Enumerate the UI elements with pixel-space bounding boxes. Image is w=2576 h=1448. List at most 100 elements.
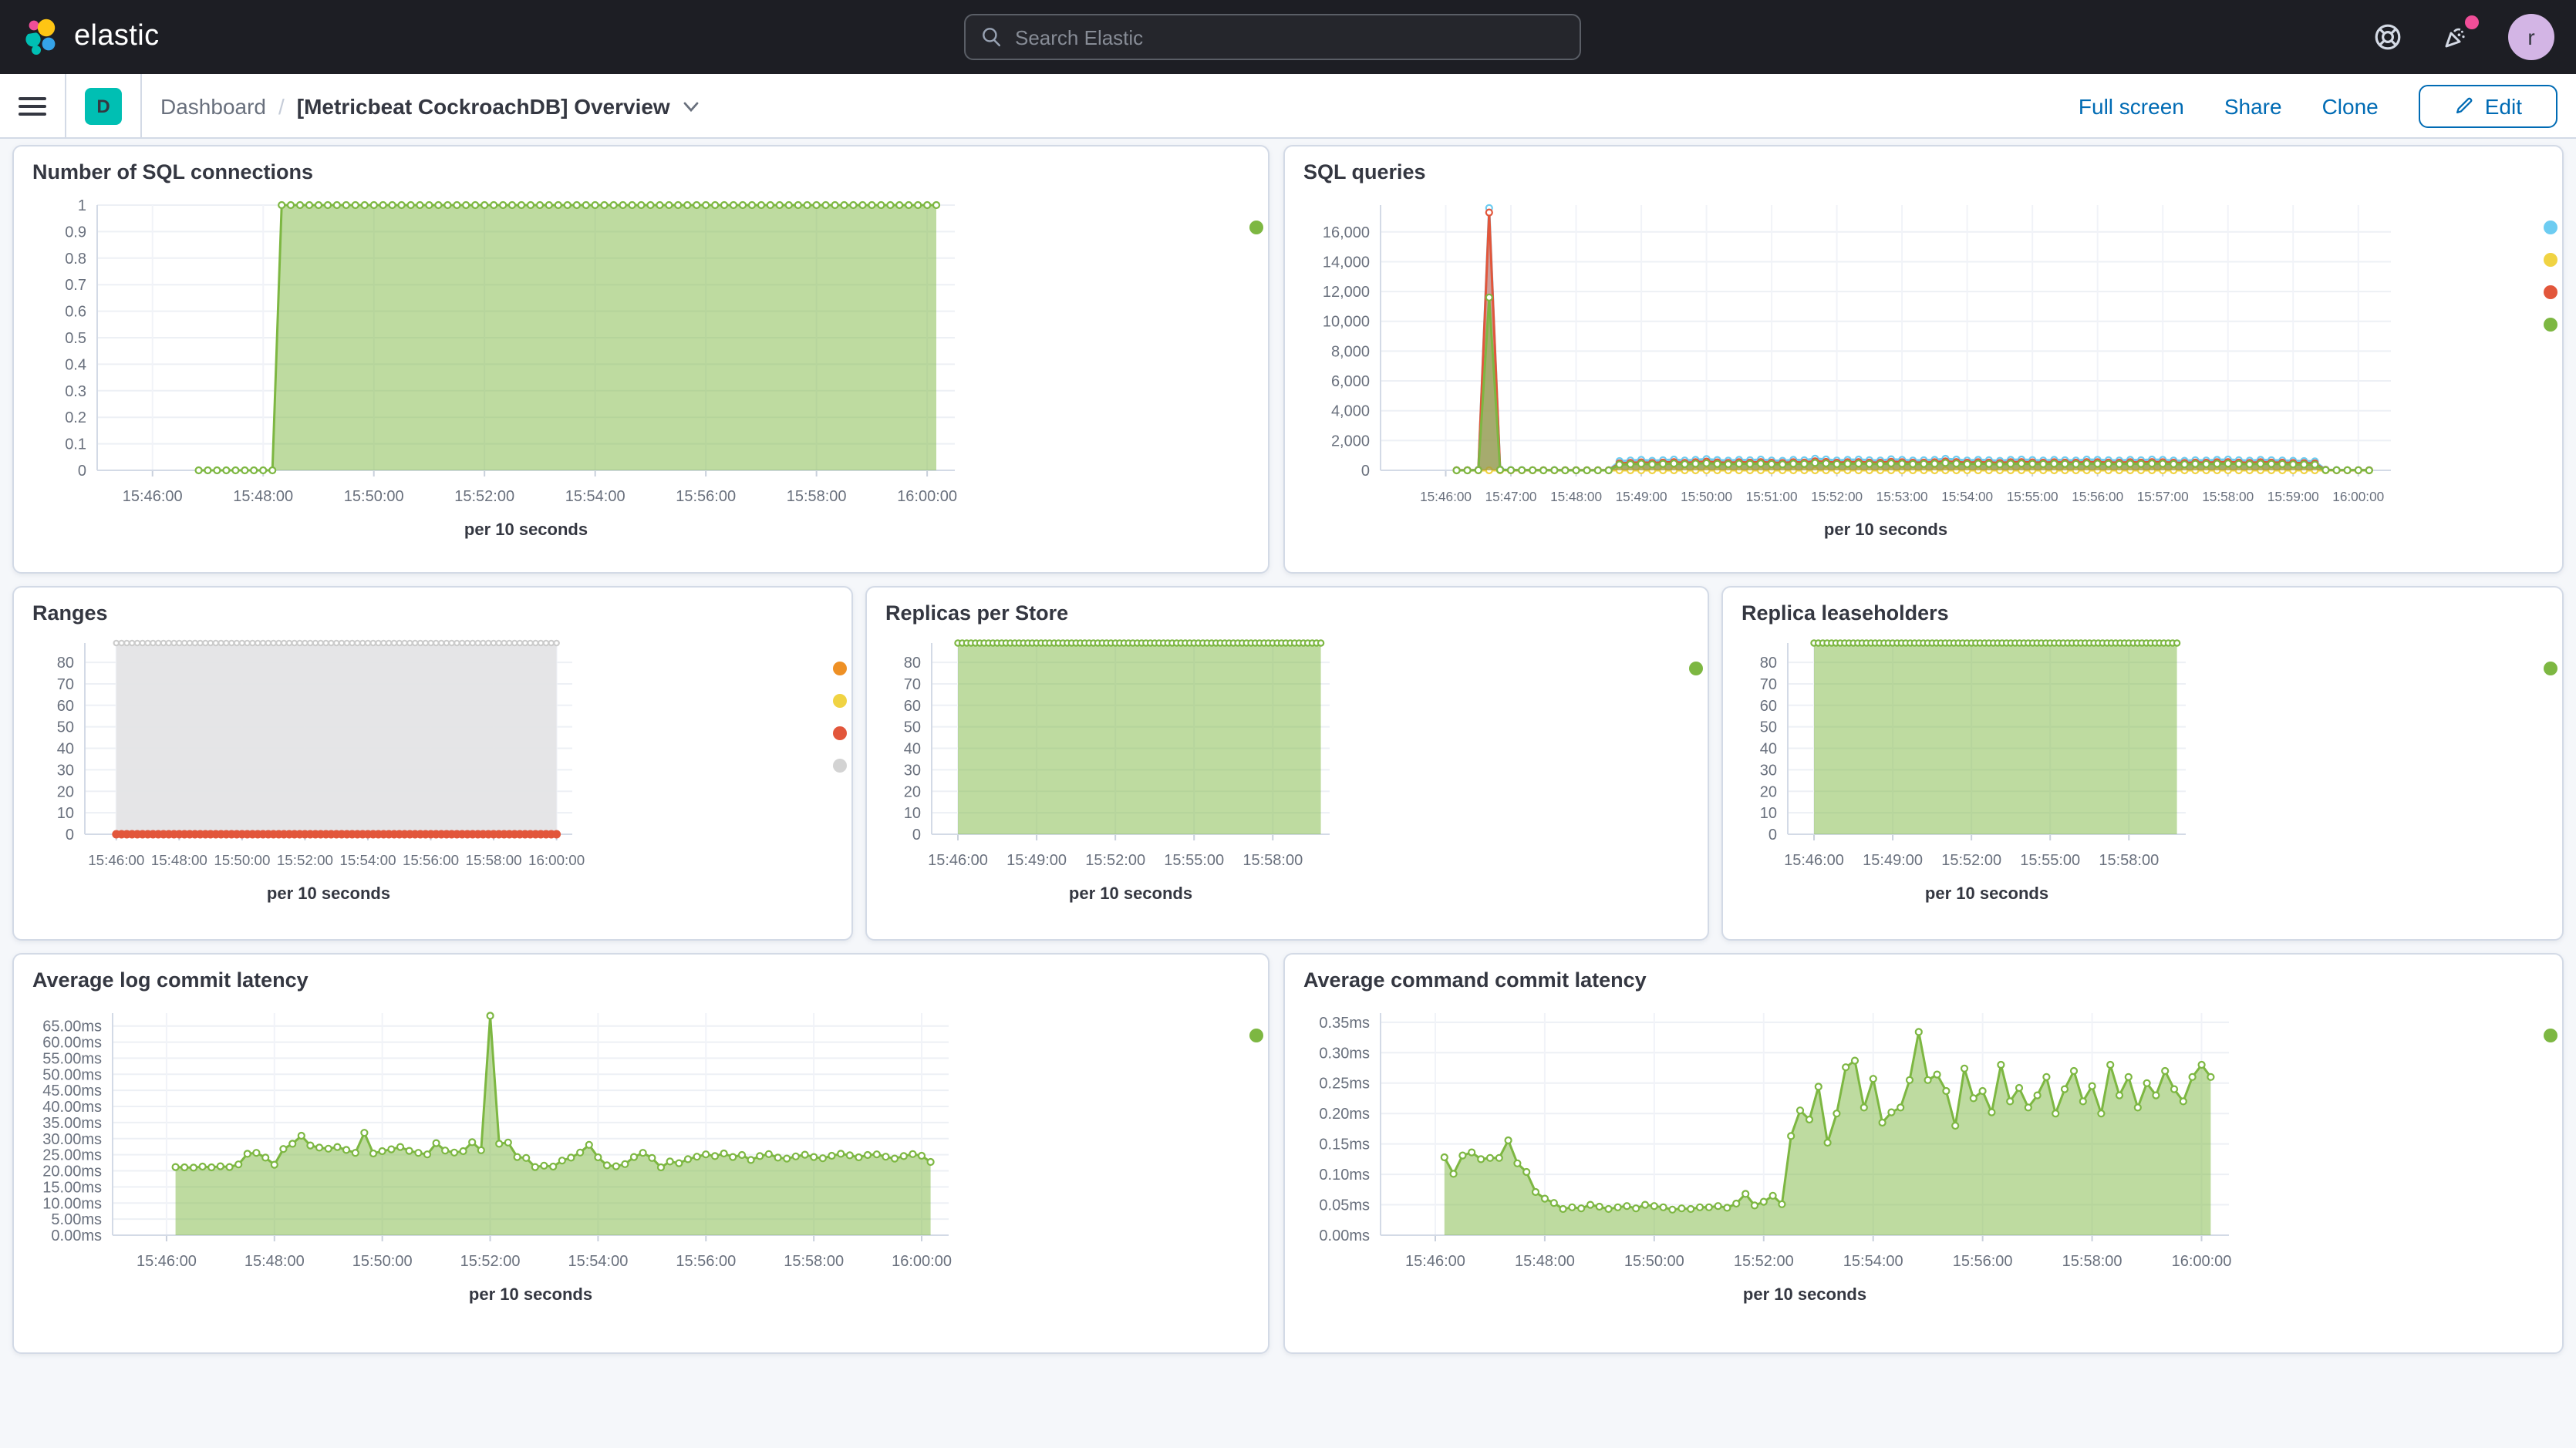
- chart-svg: 02,0004,0006,0008,00010,00012,00014,0001…: [1303, 184, 2544, 557]
- svg-text:10: 10: [1760, 805, 1777, 822]
- svg-text:0.2: 0.2: [65, 409, 86, 426]
- legend-item[interactable]: Selects0: [2544, 308, 2564, 341]
- legend-dot: [2544, 662, 2557, 675]
- svg-text:15:56:00: 15:56:00: [2072, 489, 2123, 504]
- svg-text:0: 0: [1768, 827, 1777, 844]
- svg-text:15:58:00: 15:58:00: [2202, 489, 2254, 504]
- svg-text:0.6: 0.6: [65, 304, 86, 321]
- svg-text:15:50:00: 15:50:00: [1681, 489, 1732, 504]
- svg-text:15:55:00: 15:55:00: [1164, 852, 1224, 869]
- chart-ranges[interactable]: 0102030405060708015:46:0015:48:0015:50:0…: [32, 625, 833, 927]
- svg-text:50: 50: [57, 719, 74, 736]
- svg-text:0: 0: [912, 827, 921, 844]
- svg-text:15:58:00: 15:58:00: [2099, 852, 2159, 869]
- svg-text:60: 60: [1760, 698, 1777, 715]
- svg-text:0: 0: [1361, 463, 1370, 480]
- space-badge[interactable]: D: [85, 87, 122, 124]
- svg-text:15:54:00: 15:54:00: [565, 488, 625, 505]
- svg-text:0.25ms: 0.25ms: [1319, 1076, 1370, 1093]
- chart-average-command-commit-latency[interactable]: 0.00ms0.05ms0.10ms0.15ms0.20ms0.25ms0.30…: [1303, 992, 2544, 1340]
- chart-svg: 0102030405060708015:46:0015:49:0015:52:0…: [885, 625, 1689, 927]
- svg-text:15:50:00: 15:50:00: [214, 852, 270, 868]
- menu-icon[interactable]: [19, 90, 46, 121]
- legend-dot: [1249, 221, 1263, 234]
- legend-dot: [2544, 1029, 2557, 1042]
- panel-title: Average log commit latency: [14, 955, 1268, 992]
- panel-title: Ranges: [14, 588, 851, 625]
- global-search[interactable]: [964, 14, 1581, 60]
- panel-title: Average command commit latency: [1285, 955, 2562, 992]
- svg-text:15:52:00: 15:52:00: [277, 852, 333, 868]
- svg-text:15:58:00: 15:58:00: [1242, 852, 1303, 869]
- notification-dot: [2465, 15, 2479, 29]
- chart-legend: http://localhost:8080/_sta...89: [1689, 652, 1709, 927]
- share-button[interactable]: Share: [2224, 93, 2282, 118]
- svg-text:40.00ms: 40.00ms: [42, 1099, 102, 1116]
- svg-text:0: 0: [78, 463, 86, 480]
- svg-text:0.05ms: 0.05ms: [1319, 1197, 1370, 1214]
- svg-text:0.7: 0.7: [65, 277, 86, 294]
- svg-text:15:52:00: 15:52:00: [454, 488, 514, 505]
- search-input[interactable]: [1015, 25, 1564, 49]
- user-avatar[interactable]: r: [2508, 14, 2554, 60]
- legend-dot: [833, 759, 847, 773]
- svg-text:15:58:00: 15:58:00: [784, 1253, 844, 1270]
- legend-item[interactable]: Overreplicated0: [833, 685, 853, 717]
- svg-text:80: 80: [1760, 655, 1777, 672]
- legend-item[interactable]: Deletes0: [2544, 211, 2564, 244]
- chart-replicas-per-store[interactable]: 0102030405060708015:46:0015:49:0015:52:0…: [885, 625, 1689, 927]
- legend-item[interactable]: Underreplicated0: [833, 652, 853, 685]
- toolbar-divider: [140, 73, 142, 138]
- svg-text:15:46:00: 15:46:00: [123, 488, 183, 505]
- breadcrumb: Dashboard / [Metricbeat CockroachDB] Ove…: [160, 93, 701, 118]
- full-screen-button[interactable]: Full screen: [2079, 93, 2184, 118]
- clone-button[interactable]: Clone: [2322, 93, 2379, 118]
- chevron-down-icon[interactable]: [683, 96, 701, 115]
- panel-replica-leaseholders: Replica leaseholders 0102030405060708015…: [1721, 586, 2564, 941]
- legend-item[interactable]: http://localhost:8080...0.26ms: [2544, 1019, 2564, 1052]
- svg-text:60: 60: [57, 698, 74, 715]
- legend-item[interactable]: Inserts0: [2544, 276, 2564, 308]
- svg-text:80: 80: [904, 655, 921, 672]
- legend-item[interactable]: http://localhost:8080/_stat...1: [1249, 211, 1269, 244]
- breadcrumb-dashboard[interactable]: Dashboard: [160, 93, 266, 118]
- chart-replica-leaseholders[interactable]: 0102030405060708015:46:0015:49:0015:52:0…: [1741, 625, 2544, 927]
- svg-text:10: 10: [57, 805, 74, 822]
- svg-text:16,000: 16,000: [1323, 224, 1370, 241]
- chart-sql-queries[interactable]: 02,0004,0006,0008,00010,00012,00014,0001…: [1303, 184, 2544, 557]
- legend-item[interactable]: http://localhost:808...22.74ms: [1249, 1019, 1269, 1052]
- elastic-logo-icon: [22, 17, 62, 57]
- edit-button[interactable]: Edit: [2419, 84, 2557, 127]
- svg-text:30: 30: [57, 762, 74, 779]
- pencil-icon: [2454, 96, 2474, 116]
- svg-text:2,000: 2,000: [1331, 433, 1370, 450]
- svg-text:60: 60: [904, 698, 921, 715]
- svg-text:40: 40: [1760, 741, 1777, 758]
- svg-text:15:46:00: 15:46:00: [928, 852, 988, 869]
- top-nav: elastic: [0, 0, 2576, 74]
- svg-text:15:52:00: 15:52:00: [1811, 489, 1863, 504]
- svg-text:65.00ms: 65.00ms: [42, 1019, 102, 1035]
- help-icon[interactable]: [2372, 22, 2403, 52]
- svg-text:0: 0: [66, 827, 74, 844]
- whats-new-icon[interactable]: [2440, 22, 2471, 52]
- chart-number-of-sql-connections[interactable]: 00.10.20.30.40.50.60.70.80.9115:46:0015:…: [32, 184, 1249, 557]
- svg-text:1: 1: [78, 197, 86, 214]
- svg-text:15:49:00: 15:49:00: [1616, 489, 1667, 504]
- chart-average-log-commit-latency[interactable]: 0.00ms5.00ms10.00ms15.00ms20.00ms25.00ms…: [32, 992, 1249, 1340]
- panel-title: SQL queries: [1285, 146, 2562, 184]
- svg-text:20.00ms: 20.00ms: [42, 1163, 102, 1180]
- elastic-logo[interactable]: elastic: [22, 17, 160, 57]
- chart-legend: Underreplicated0Overreplicated0Unavailab…: [833, 652, 853, 927]
- legend-dot: [833, 726, 847, 740]
- legend-item[interactable]: Total89: [833, 749, 853, 782]
- svg-text:0.30ms: 0.30ms: [1319, 1045, 1370, 1062]
- legend-item[interactable]: http://localhost:8080/_sta...89: [1689, 652, 1709, 685]
- svg-text:15:54:00: 15:54:00: [1941, 489, 1993, 504]
- svg-text:15:53:00: 15:53:00: [1876, 489, 1928, 504]
- legend-item[interactable]: http://localhost:8080/_sta...89: [2544, 652, 2564, 685]
- panel-title: Number of SQL connections: [14, 146, 1268, 184]
- legend-item[interactable]: Updates0: [2544, 244, 2564, 276]
- legend-item[interactable]: Unavailable0: [833, 717, 853, 749]
- svg-text:25.00ms: 25.00ms: [42, 1147, 102, 1164]
